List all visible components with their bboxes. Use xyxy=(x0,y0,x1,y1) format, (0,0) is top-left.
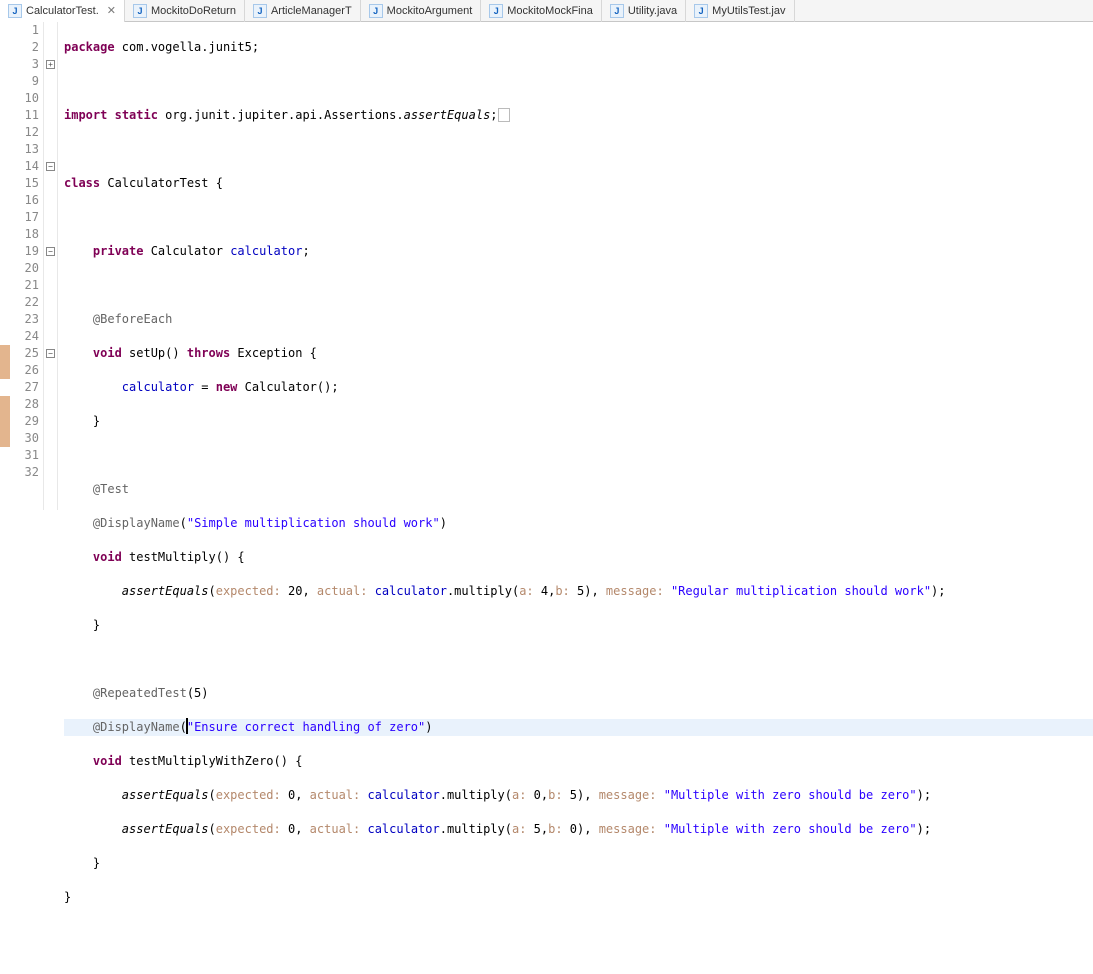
code-line: import static org.junit.jupiter.api.Asse… xyxy=(64,107,1093,124)
code-line: private Calculator calculator; xyxy=(64,243,1093,260)
code-line-current: @DisplayName("Ensure correct handling of… xyxy=(64,719,1093,736)
tab-label: MockitoMockFina xyxy=(507,5,593,17)
code-line: } xyxy=(64,855,1093,872)
fold-toggle-icon[interactable]: − xyxy=(46,349,55,358)
tab-label: CalculatorTest. xyxy=(26,5,99,17)
tab-label: MyUtilsTest.jav xyxy=(712,5,785,17)
code-area[interactable]: package com.vogella.junit5; import stati… xyxy=(58,22,1093,510)
folding-ruler: + − − − xyxy=(44,22,58,510)
code-line xyxy=(64,923,1093,940)
java-file-icon: J xyxy=(694,4,708,18)
tab-label: MockitoDoReturn xyxy=(151,5,236,17)
tab-label: MockitoArgument xyxy=(387,5,473,17)
code-line xyxy=(64,73,1093,90)
code-line: class CalculatorTest { xyxy=(64,175,1093,192)
code-line xyxy=(64,277,1093,294)
tab-mockitodoreturn[interactable]: J MockitoDoReturn xyxy=(125,0,245,22)
java-file-icon: J xyxy=(133,4,147,18)
fold-toggle-icon[interactable]: + xyxy=(46,60,55,69)
warning-marker[interactable] xyxy=(0,345,10,362)
java-file-icon: J xyxy=(253,4,267,18)
code-line: assertEquals(expected: 0, actual: calcul… xyxy=(64,787,1093,804)
code-line xyxy=(64,141,1093,158)
code-line xyxy=(64,651,1093,668)
fold-toggle-icon[interactable]: − xyxy=(46,162,55,171)
close-icon[interactable]: ✕ xyxy=(103,4,116,17)
code-line: assertEquals(expected: 20, actual: calcu… xyxy=(64,583,1093,600)
tab-articlemanager[interactable]: J ArticleManagerT xyxy=(245,0,361,22)
warning-marker[interactable] xyxy=(0,396,10,413)
java-file-icon: J xyxy=(8,4,22,18)
code-line: } xyxy=(64,413,1093,430)
code-line: @Test xyxy=(64,481,1093,498)
code-line xyxy=(64,447,1093,464)
code-line: void setUp() throws Exception { xyxy=(64,345,1093,362)
tab-myutilstest[interactable]: J MyUtilsTest.jav xyxy=(686,0,794,22)
code-line: @BeforeEach xyxy=(64,311,1093,328)
folded-placeholder-icon[interactable] xyxy=(498,108,511,122)
tab-mockitoargument[interactable]: J MockitoArgument xyxy=(361,0,482,22)
tab-label: ArticleManagerT xyxy=(271,5,352,17)
code-line: void testMultiplyWithZero() { xyxy=(64,753,1093,770)
code-line: package com.vogella.junit5; xyxy=(64,39,1093,56)
annotation-ruler xyxy=(0,22,10,510)
code-line: } xyxy=(64,889,1093,906)
code-line xyxy=(64,209,1093,226)
line-number-gutter: 1 2 3 9 10 11 12 13 14 15 16 17 18 19 20… xyxy=(10,22,44,510)
code-line: calculator = new Calculator(); xyxy=(64,379,1093,396)
code-line: assertEquals(expected: 0, actual: calcul… xyxy=(64,821,1093,838)
warning-marker[interactable] xyxy=(0,413,10,430)
code-line: void testMultiply() { xyxy=(64,549,1093,566)
warning-marker[interactable] xyxy=(0,362,10,379)
java-file-icon: J xyxy=(369,4,383,18)
java-file-icon: J xyxy=(489,4,503,18)
tab-utility[interactable]: J Utility.java xyxy=(602,0,686,22)
tab-label: Utility.java xyxy=(628,5,677,17)
code-line: } xyxy=(64,617,1093,634)
code-editor[interactable]: 1 2 3 9 10 11 12 13 14 15 16 17 18 19 20… xyxy=(0,22,1093,510)
warning-marker[interactable] xyxy=(0,430,10,447)
editor-tabbar: J CalculatorTest. ✕ J MockitoDoReturn J … xyxy=(0,0,1093,22)
java-file-icon: J xyxy=(610,4,624,18)
code-line: @RepeatedTest(5) xyxy=(64,685,1093,702)
tab-calculatortest[interactable]: J CalculatorTest. ✕ xyxy=(0,0,125,22)
code-line: @DisplayName("Simple multiplication shou… xyxy=(64,515,1093,532)
tab-mockitomockfina[interactable]: J MockitoMockFina xyxy=(481,0,602,22)
fold-toggle-icon[interactable]: − xyxy=(46,247,55,256)
